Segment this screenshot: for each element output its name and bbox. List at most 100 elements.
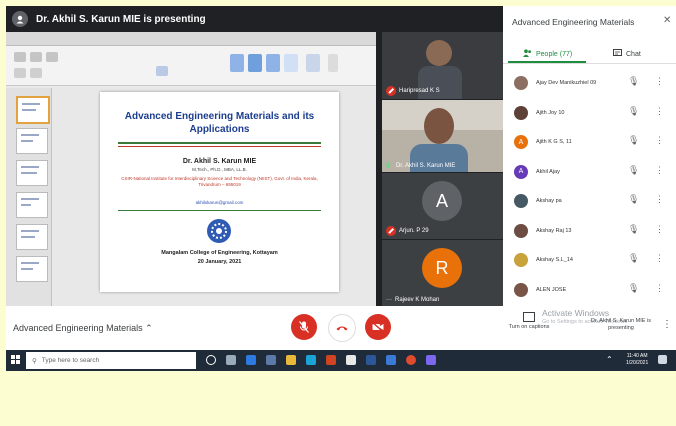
more-options-icon[interactable]: ⋮ (655, 253, 664, 264)
tab-divider (503, 63, 676, 64)
ribbon-button[interactable] (30, 68, 42, 78)
app-icon[interactable] (326, 355, 336, 365)
slide-thumbnail[interactable] (16, 96, 50, 124)
taskbar-search[interactable]: ⚲ Type here to search (26, 352, 196, 369)
ribbon-button[interactable] (14, 52, 26, 62)
slide-thumbnail[interactable] (16, 160, 48, 186)
more-dots-icon: ··· (386, 297, 392, 303)
more-options-icon[interactable]: ⋮ (655, 135, 664, 146)
camera-off-button[interactable] (365, 314, 391, 340)
chrome-icon[interactable] (406, 355, 416, 365)
slide-thumbnail[interactable] (16, 128, 48, 154)
slide-divider (118, 210, 321, 211)
participant-avatar (514, 76, 528, 90)
more-options-icon[interactable]: ⋮ (655, 283, 664, 294)
participant-avatar: A (422, 181, 462, 221)
participant-tile[interactable]: A Arjun. P 29 (382, 173, 503, 239)
more-options-icon[interactable]: ⋮ (655, 106, 664, 117)
task-view-icon[interactable] (226, 355, 236, 365)
participant-row[interactable]: Akshay pa 🎙︎ ⋮ (503, 188, 676, 217)
tab-people[interactable]: People (77) (523, 49, 572, 59)
ribbon-button[interactable] (14, 68, 26, 78)
mic-off-icon: 🎙︎ (628, 135, 640, 145)
mic-off-icon (386, 226, 396, 236)
participant-tile[interactable]: ▮ Dr. Akhil S. Karun MIE (382, 100, 503, 172)
participant-tile[interactable]: Haripresad K S (382, 32, 503, 99)
participant-row[interactable]: A Akhil Ajay 🎙︎ ⋮ (503, 159, 676, 188)
ppt-ribbon (6, 46, 376, 86)
college-logo-icon (207, 219, 231, 243)
participant-tile[interactable]: R ··· Rajeev K Mohan (382, 240, 503, 306)
participant-row[interactable]: A Ajith K G S, 11 🎙︎ ⋮ (503, 129, 676, 158)
app-icon[interactable] (346, 355, 356, 365)
speaking-icon: ▮ (386, 162, 390, 169)
participant-row[interactable]: Akshay S.L_14 🎙︎ ⋮ (503, 247, 676, 276)
participant-name: Akhil Ajay (536, 168, 560, 175)
slide-author: Dr. Akhil S. Karun MIE (182, 158, 257, 165)
cortana-icon[interactable] (206, 355, 216, 365)
windows-taskbar: ⚲ Type here to search ⌃ 11:40 AM 1/20/20… (6, 350, 676, 371)
participant-name: Ajith Joy 10 (536, 109, 565, 116)
slide-thumbnail[interactable] (16, 256, 48, 282)
participant-avatar: A (514, 164, 528, 179)
mic-off-icon: 🎙︎ (628, 105, 640, 116)
slide-divider (118, 142, 321, 144)
ribbon-button[interactable] (230, 54, 244, 72)
hang-up-button[interactable] (328, 314, 356, 342)
ribbon-button[interactable] (284, 54, 298, 72)
ribbon-button[interactable] (248, 54, 262, 72)
file-explorer-icon[interactable] (286, 355, 296, 365)
presenting-status[interactable]: Dr. Akhil S. Karun MIE is presenting (589, 318, 653, 332)
slide-date: 20 January, 2021 (197, 259, 242, 265)
participant-row[interactable]: Ajith Joy 10 🎙︎ ⋮ (503, 100, 676, 129)
ribbon-button[interactable] (266, 54, 280, 72)
participant-name: Akshay Raj 13 (536, 227, 572, 234)
windows-start-icon[interactable] (11, 355, 21, 365)
slide-thumbnail[interactable] (16, 192, 48, 218)
tray-chevron-icon[interactable]: ⌃ (606, 355, 613, 364)
more-options-icon[interactable]: ⋮ (662, 319, 672, 330)
app-icon[interactable] (386, 355, 396, 365)
more-options-icon[interactable]: ⋮ (655, 194, 664, 205)
close-icon[interactable]: ✕ (663, 15, 671, 26)
taskbar-clock[interactable]: 11:40 AM 1/20/2021 (626, 353, 648, 367)
ribbon-button[interactable] (46, 52, 58, 62)
slide-degrees: M.Tech., Ph.D., MBA, LL.B. (192, 167, 247, 172)
mic-off-icon: 🎙︎ (628, 164, 640, 175)
slide-institute: CSIR-National Institute for Interdiscipl… (121, 176, 318, 187)
tile-name-label: Arjun. P 29 (386, 226, 429, 236)
tab-chat[interactable]: Chat (613, 49, 641, 59)
more-options-icon[interactable]: ⋮ (655, 224, 664, 235)
participant-avatar (514, 194, 528, 208)
person-video-icon (426, 40, 452, 66)
tile-name-label: Haripresad K S (386, 86, 440, 96)
slide-thumbnail[interactable] (16, 224, 48, 250)
meeting-name[interactable]: Advanced Engineering Materials ⌃ (13, 323, 153, 334)
ribbon-button[interactable] (328, 54, 338, 72)
mic-off-icon: 🎙︎ (628, 282, 640, 293)
notification-icon[interactable] (658, 355, 667, 364)
app-icon[interactable] (366, 355, 376, 365)
ribbon-button[interactable] (306, 54, 320, 72)
mic-off-button[interactable] (291, 314, 317, 340)
participant-row[interactable]: Akshay Raj 13 🎙︎ ⋮ (503, 218, 676, 247)
participant-row[interactable]: ALEN JOSE 🎙︎ ⋮ (503, 277, 676, 306)
participant-name: Ajith K G S, 11 (536, 139, 572, 145)
more-options-icon[interactable]: ⋮ (655, 76, 664, 87)
participant-avatar (514, 105, 528, 120)
store-icon[interactable] (266, 355, 276, 365)
search-icon: ⚲ (32, 357, 37, 365)
more-options-icon[interactable]: ⋮ (655, 165, 664, 176)
ribbon-button[interactable] (30, 52, 42, 62)
edge-icon[interactable] (246, 355, 256, 365)
slide-college: Mangalam College of Engineering, Kottaya… (161, 250, 278, 256)
chat-icon (613, 49, 622, 59)
app-icon[interactable] (306, 355, 316, 365)
meeting-controls-bar: Advanced Engineering Materials ⌃ Turn on… (6, 306, 676, 350)
mic-off-icon: 🎙︎ (628, 223, 640, 234)
tile-name-label: ▮ Dr. Akhil S. Karun MIE (386, 162, 456, 169)
slide-title: Advanced Engineering Materials and its A… (124, 111, 315, 135)
participant-row[interactable]: Ajay Dev Manikuzhiel 09 🎙︎ ⋮ (503, 70, 676, 99)
ribbon-button[interactable] (156, 66, 168, 76)
app-icon[interactable] (426, 355, 436, 365)
